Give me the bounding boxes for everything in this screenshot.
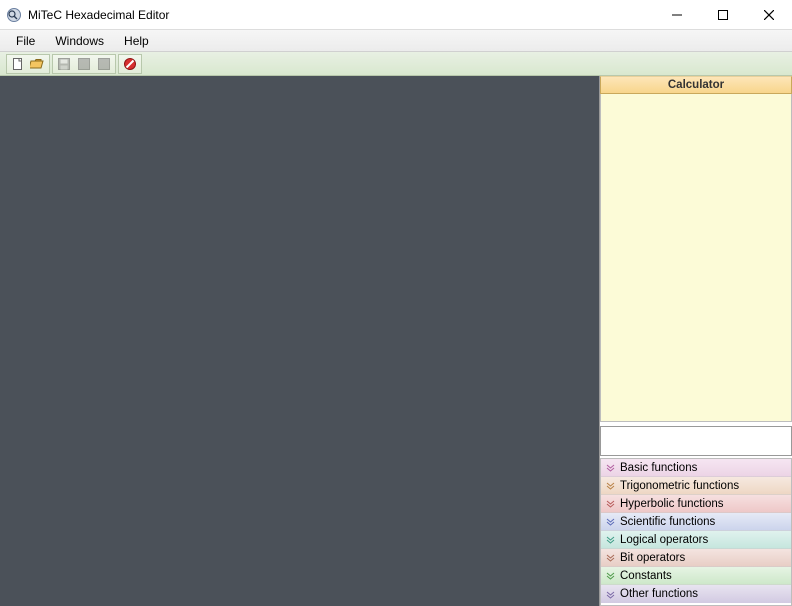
func-label: Basic functions — [620, 462, 697, 474]
func-basic[interactable]: Basic functions — [601, 459, 791, 477]
tool-button-2[interactable] — [74, 55, 94, 73]
chevron-down-icon — [605, 553, 615, 563]
func-other[interactable]: Other functions — [601, 585, 791, 603]
function-list: Basic functions Trigonometric functions … — [600, 458, 792, 606]
func-label: Hyperbolic functions — [620, 498, 724, 510]
menu-windows[interactable]: Windows — [45, 30, 114, 51]
open-file-button[interactable] — [28, 55, 48, 73]
func-scientific[interactable]: Scientific functions — [601, 513, 791, 531]
save-button[interactable] — [54, 55, 74, 73]
calculator-panel: Calculator Basic functions Trigonometric… — [600, 76, 792, 606]
func-label: Other functions — [620, 588, 698, 600]
toolbar-group-file — [6, 54, 50, 74]
func-label: Constants — [620, 570, 672, 582]
calculator-input[interactable] — [600, 426, 792, 456]
func-constants[interactable]: Constants — [601, 567, 791, 585]
func-hyperbolic[interactable]: Hyperbolic functions — [601, 495, 791, 513]
chevron-down-icon — [605, 481, 615, 491]
calculator-display[interactable] — [600, 94, 792, 422]
toolbar-group-edit — [52, 54, 116, 74]
func-label: Trigonometric functions — [620, 480, 739, 492]
toolbar — [0, 52, 792, 76]
new-file-button[interactable] — [8, 55, 28, 73]
app-icon — [6, 7, 22, 23]
chevron-down-icon — [605, 463, 615, 473]
menu-help[interactable]: Help — [114, 30, 159, 51]
func-label: Scientific functions — [620, 516, 715, 528]
func-label: Logical operators — [620, 534, 708, 546]
window-controls — [654, 0, 792, 29]
stop-button[interactable] — [120, 55, 140, 73]
minimize-button[interactable] — [654, 0, 700, 29]
func-label: Bit operators — [620, 552, 685, 564]
menu-file[interactable]: File — [6, 30, 45, 51]
close-button[interactable] — [746, 0, 792, 29]
func-bit[interactable]: Bit operators — [601, 549, 791, 567]
window-title: MiTeC Hexadecimal Editor — [28, 8, 654, 22]
chevron-down-icon — [605, 589, 615, 599]
workspace: Calculator Basic functions Trigonometric… — [0, 76, 792, 606]
tool-button-3[interactable] — [94, 55, 114, 73]
chevron-down-icon — [605, 571, 615, 581]
editor-area[interactable] — [0, 76, 600, 606]
chevron-down-icon — [605, 517, 615, 527]
titlebar: MiTeC Hexadecimal Editor — [0, 0, 792, 30]
func-logical[interactable]: Logical operators — [601, 531, 791, 549]
chevron-down-icon — [605, 499, 615, 509]
chevron-down-icon — [605, 535, 615, 545]
calculator-header: Calculator — [600, 76, 792, 94]
menubar: File Windows Help — [0, 30, 792, 52]
func-trig[interactable]: Trigonometric functions — [601, 477, 791, 495]
toolbar-group-stop — [118, 54, 142, 74]
maximize-button[interactable] — [700, 0, 746, 29]
